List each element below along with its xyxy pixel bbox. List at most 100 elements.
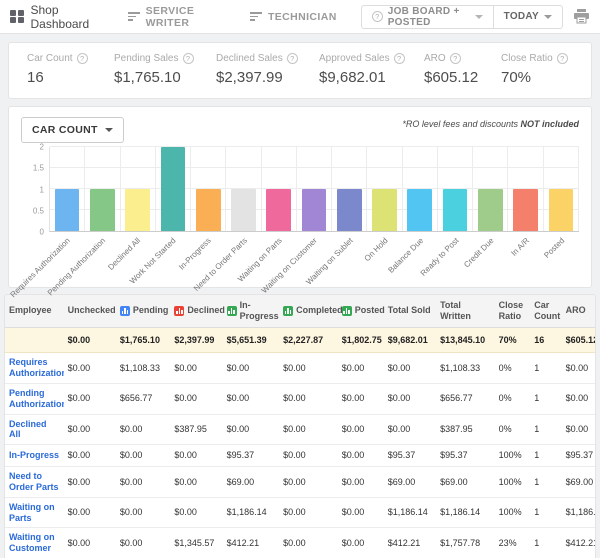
help-circle-icon[interactable]: ? xyxy=(182,53,194,64)
table-cell: 100% xyxy=(494,497,531,529)
bar-chart-icon xyxy=(283,305,294,316)
table-cell: $0.00 xyxy=(115,414,171,446)
x-tick-label: Declined All xyxy=(106,236,143,272)
employee-status-table-card: Employee Unchecked Pending Declined In-Progr… xyxy=(4,294,596,558)
y-tick-label: 0 xyxy=(39,227,44,237)
bar-credit-due[interactable] xyxy=(477,189,503,231)
bar-slot xyxy=(226,147,262,231)
table-cell: $95.37 xyxy=(436,444,495,468)
y-axis: 0 0.5 1 1.5 2 xyxy=(21,143,49,237)
chevron-down-icon xyxy=(544,14,552,19)
help-circle-icon[interactable]: ? xyxy=(76,53,88,64)
employee-link[interactable]: Declined All xyxy=(5,414,64,446)
printer-icon xyxy=(574,9,589,24)
metric-dropdown-button[interactable]: CAR COUNT xyxy=(21,117,124,143)
bar-waiting-on-customer[interactable] xyxy=(301,189,327,231)
table-cell: $387.95 xyxy=(436,414,495,446)
bar-chart-icon xyxy=(119,305,130,316)
table-row: Waiting on Customer $0.00 $0.00 $1,345.57 $4… xyxy=(5,527,595,558)
bar-on-hold[interactable] xyxy=(372,189,397,231)
filter-funnel-icon xyxy=(127,12,140,21)
bar-balance-due[interactable] xyxy=(407,189,433,231)
table-header-row: Employee Unchecked Pending Declined In-Progr… xyxy=(5,295,595,328)
table-cell: $1,186.14 xyxy=(436,497,495,529)
tab-service-writer[interactable]: SERVICE WRITER xyxy=(127,4,226,29)
table-row: Waiting on Parts $0.00 $0.00 $0.00 $1,186.14… xyxy=(5,497,595,529)
shop-dashboard-tab[interactable]: Shop Dashboard xyxy=(10,3,106,31)
column-header-completed: Completed xyxy=(279,295,343,328)
employee-link[interactable]: In-Progress xyxy=(5,444,64,468)
employee-link[interactable]: Requires Authorization xyxy=(5,352,64,384)
stat-label-row: Approved Sales? xyxy=(319,53,424,64)
employee-link[interactable]: Need to Order Parts xyxy=(5,466,64,498)
bar-declined-all[interactable] xyxy=(125,189,150,231)
bar-in-a-r[interactable] xyxy=(513,189,538,231)
y-tick-label: 1 xyxy=(39,185,44,194)
table-cell: 1 xyxy=(530,497,562,529)
table-cell: $0.00 xyxy=(337,352,384,384)
bar-need-to-order-parts[interactable] xyxy=(231,189,256,231)
bar-pending-authorization[interactable] xyxy=(90,189,115,231)
x-tick-label: Balance Due xyxy=(386,236,426,275)
table-cell: $0.00 xyxy=(337,383,384,415)
help-circle-icon[interactable]: ? xyxy=(556,53,568,64)
column-header-total-sold: Total Sold xyxy=(383,295,437,328)
stat-value: 16 xyxy=(27,69,44,86)
column-header-total-written: Total Written xyxy=(436,295,495,328)
tab-label: TECHNICIAN xyxy=(267,10,337,23)
bar-in-progress[interactable] xyxy=(195,189,221,231)
totals-cell: $605.12 xyxy=(561,327,595,354)
chart-card: CAR COUNT *RO level fees and discounts N… xyxy=(8,106,592,299)
table-cell: $0.00 xyxy=(383,383,437,415)
totals-employee-cell xyxy=(5,327,64,354)
help-circle-icon[interactable]: ? xyxy=(393,53,405,64)
table-cell: 100% xyxy=(494,466,531,498)
stats-summary-card: Car Count? 16 Pending Sales? $1,765.10 Decli… xyxy=(8,42,592,99)
y-tick-label: 0.5 xyxy=(32,206,44,216)
bar-requires-authorization[interactable] xyxy=(54,189,80,231)
help-circle-icon[interactable]: ? xyxy=(286,53,298,64)
column-header-label: Posted xyxy=(354,305,385,316)
table-cell: $69.00 xyxy=(383,466,437,498)
employee-link[interactable]: Pending Authorization xyxy=(5,383,64,415)
totals-cell: $0.00 xyxy=(63,327,116,354)
stat-label-row: Declined Sales? xyxy=(216,53,319,64)
table-cell: $0.00 xyxy=(337,414,384,446)
table-row: Need to Order Parts $0.00 $0.00 $0.00 $69.00… xyxy=(5,466,595,498)
x-axis-labels: Requires Authorization Pending Authorizat… xyxy=(8,232,579,299)
bar-waiting-on-sublet[interactable] xyxy=(336,189,362,231)
table-cell: $0.00 xyxy=(561,383,595,415)
job-board-selector[interactable]: ? JOB BOARD + POSTED xyxy=(362,6,493,28)
stat-value: $1,765.10 xyxy=(114,69,181,86)
date-range-selector[interactable]: TODAY xyxy=(492,5,562,28)
stat-item-aro: ARO? $605.12 xyxy=(424,53,501,86)
chevron-down-icon xyxy=(104,128,113,132)
bar-ready-to-post[interactable] xyxy=(442,189,468,231)
bar-slot xyxy=(191,147,227,231)
bar-slot xyxy=(438,147,474,231)
help-circle-icon[interactable]: ? xyxy=(449,53,461,64)
table-cell: $0.00 xyxy=(63,527,116,558)
topbar-right: ? JOB BOARD + POSTED TODAY xyxy=(360,4,590,29)
table-row: Declined All $0.00 $0.00 $387.95 $0.00 $0.00 $… xyxy=(5,414,595,446)
table-cell: 1 xyxy=(530,352,562,384)
column-header-label: Declined xyxy=(187,305,225,316)
table-cell: $412.21 xyxy=(222,527,280,558)
bar-waiting-on-parts[interactable] xyxy=(266,189,292,231)
bar-work-not-started[interactable] xyxy=(160,147,186,231)
stat-label: Close Ratio xyxy=(501,53,553,64)
employee-link[interactable]: Waiting on Parts xyxy=(5,497,64,529)
tab-technician[interactable]: TECHNICIAN xyxy=(249,10,337,23)
tab-label: SERVICE WRITER xyxy=(145,4,195,29)
x-tick-label: In A/R xyxy=(509,236,532,258)
table-cell: 0% xyxy=(494,352,531,384)
stat-label: Pending Sales xyxy=(114,53,179,64)
stat-value: $2,397.99 xyxy=(216,69,283,86)
table-cell: $0.00 xyxy=(561,352,595,384)
bar-posted[interactable] xyxy=(548,189,574,231)
table-cell: $0.00 xyxy=(115,527,171,558)
table-cell: $0.00 xyxy=(170,444,223,468)
employee-link[interactable]: Waiting on Customer xyxy=(5,527,64,558)
bar-slot xyxy=(367,147,403,231)
print-button[interactable] xyxy=(573,9,590,24)
